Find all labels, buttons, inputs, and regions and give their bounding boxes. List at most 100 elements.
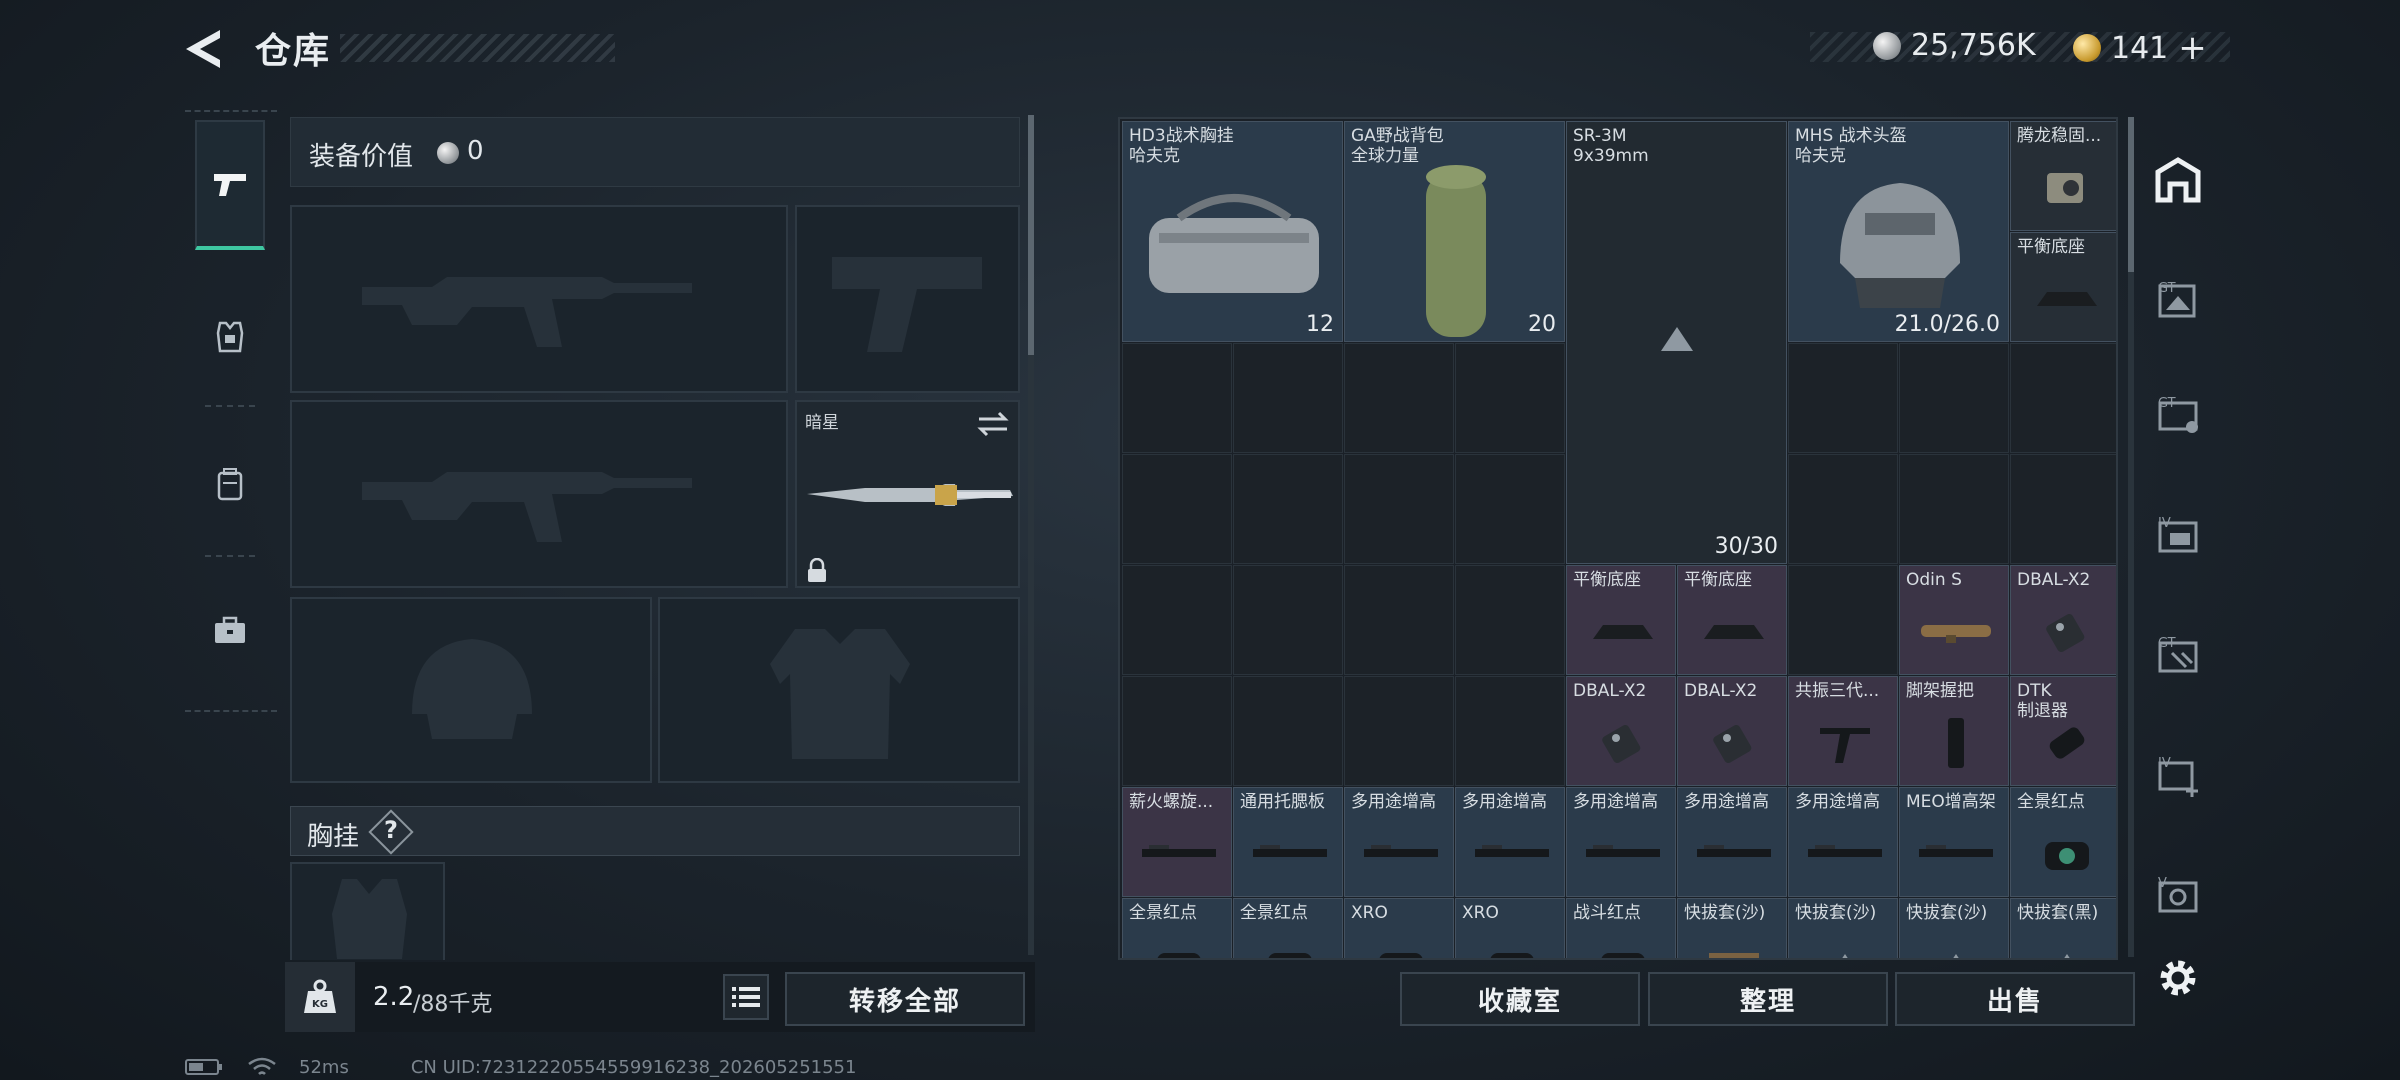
settings-button[interactable] <box>2148 948 2208 1008</box>
grid-cell[interactable] <box>1233 343 1343 453</box>
rail-case-4[interactable]: GT <box>2148 625 2208 685</box>
item-name: 全景红点 <box>1240 903 1308 923</box>
list-view-button[interactable] <box>723 974 769 1020</box>
chest-rig-silhouette-icon <box>332 879 407 959</box>
storage-item[interactable]: 多用途增高 <box>1455 787 1565 897</box>
grid-cell[interactable] <box>1899 343 2009 453</box>
storage-item[interactable]: 通用托腮板 <box>1233 787 1343 897</box>
sell-button[interactable]: 出售 <box>1895 972 2135 1026</box>
grid-cell[interactable] <box>1233 565 1343 675</box>
grid-cell[interactable] <box>1122 565 1232 675</box>
storage-scroll-thumb[interactable] <box>2128 117 2134 272</box>
tab-armor[interactable] <box>195 272 265 402</box>
pistol-silhouette-icon <box>832 257 982 352</box>
rail-case-3[interactable]: IV <box>2148 505 2208 565</box>
sort-button[interactable]: 整理 <box>1648 972 1888 1026</box>
loadout-scroll-thumb[interactable] <box>1028 115 1034 355</box>
tab-weapons[interactable] <box>195 120 265 250</box>
chest-rig-slot[interactable] <box>290 862 445 960</box>
storage-item[interactable]: MHS 战术头盔 哈夫克 21.0/26.0 <box>1788 121 2009 342</box>
storage-item[interactable]: DBAL-X2 <box>1566 676 1676 786</box>
transfer-all-button[interactable]: 转移全部 <box>785 972 1025 1026</box>
rail-case-2[interactable]: GT <box>2148 385 2208 445</box>
grid-cell[interactable] <box>1899 454 2009 564</box>
storage-item[interactable]: 战斗红点 <box>1566 898 1676 958</box>
grid-cell[interactable] <box>1788 565 1898 675</box>
mount-image <box>2032 284 2102 318</box>
storage-item[interactable]: 多用途增高 <box>1566 787 1676 897</box>
storage-item[interactable]: 平衡底座 <box>1677 565 1787 675</box>
gold-currency[interactable]: 141 + <box>2073 28 2207 68</box>
ping-value: 52ms <box>299 1056 349 1078</box>
storage-item[interactable]: 脚架握把 <box>1899 676 2009 786</box>
equipment-value-bar: 装备价值 0 <box>290 117 1020 187</box>
storage-item[interactable]: 共振三代... <box>1788 676 1898 786</box>
storage-item[interactable]: 快拔套(黑) <box>2010 898 2116 958</box>
grid-cell[interactable] <box>1344 454 1454 564</box>
storage-item[interactable]: 多用途增高 <box>1788 787 1898 897</box>
storage-item[interactable]: DBAL-X2 <box>2010 565 2116 675</box>
storage-item[interactable]: DBAL-X2 <box>1677 676 1787 786</box>
primary-weapon-slot[interactable] <box>290 205 788 393</box>
grid-cell[interactable] <box>1455 343 1565 453</box>
pistol-icon <box>214 174 246 196</box>
grid-cell[interactable] <box>1455 565 1565 675</box>
grid-cell[interactable] <box>1344 565 1454 675</box>
equipment-value-label: 装备价值 <box>309 142 414 172</box>
pistol-slot[interactable] <box>795 205 1020 393</box>
add-currency-button[interactable]: + <box>2178 28 2207 68</box>
storage-item[interactable]: 多用途增高 <box>1677 787 1787 897</box>
storage-item[interactable]: 腾龙稳固... <box>2010 121 2116 231</box>
storage-item[interactable]: 平衡底座 <box>1566 565 1676 675</box>
storage-item[interactable]: 快拔套(沙) <box>1677 898 1787 958</box>
storage-item[interactable]: 全景红点 <box>1122 898 1232 958</box>
armor-slot[interactable] <box>658 597 1020 783</box>
storage-item[interactable]: MEO增高架 <box>1899 787 2009 897</box>
rail-all-items[interactable] <box>2148 150 2208 210</box>
melee-slot[interactable]: 暗星 <box>795 400 1020 588</box>
secondary-weapon-slot[interactable] <box>290 400 788 588</box>
storage-item[interactable]: 薪火螺旋... <box>1122 787 1232 897</box>
grid-cell[interactable] <box>1788 343 1898 453</box>
rail-case-5[interactable]: IV <box>2148 745 2208 805</box>
item-name: 平衡底座 <box>2017 237 2085 257</box>
storage-item[interactable]: 快拔套(沙) <box>1788 898 1898 958</box>
storage-item[interactable]: Odin S <box>1899 565 2009 675</box>
grid-cell[interactable] <box>1344 676 1454 786</box>
storage-item[interactable]: HD3战术胸挂 哈夫克 12 <box>1122 121 1343 342</box>
grid-cell[interactable] <box>1233 454 1343 564</box>
chest-rig-help[interactable]: ? <box>384 816 398 844</box>
grid-cell[interactable] <box>1455 676 1565 786</box>
grid-cell[interactable] <box>1122 454 1232 564</box>
grid-cell[interactable] <box>1788 454 1898 564</box>
storage-item[interactable]: GA野战背包 全球力量 20 <box>1344 121 1565 342</box>
storage-item[interactable]: 多用途增高 <box>1344 787 1454 897</box>
storage-item[interactable]: 平衡底座 <box>2010 232 2116 342</box>
helmet-slot[interactable] <box>290 597 652 783</box>
storage-grid[interactable]: HD3战术胸挂 哈夫克 12 GA野战背包 全球力量 20 SR-3M 9x39mm 30/30… <box>1118 117 2118 960</box>
grid-cell[interactable] <box>1344 343 1454 453</box>
storage-item[interactable]: 全景红点 <box>2010 787 2116 897</box>
grid-cell[interactable] <box>2010 454 2116 564</box>
storage-item[interactable]: XRO <box>1344 898 1454 958</box>
rail-case-1[interactable]: GT <box>2148 270 2208 330</box>
storage-item[interactable]: DTK 制退器 <box>2010 676 2116 786</box>
storage-item[interactable]: XRO <box>1455 898 1565 958</box>
status-bar: 52ms CN UID:72312220554559916238_2026052… <box>185 1056 856 1078</box>
grid-cell[interactable] <box>1233 676 1343 786</box>
tab-toolbox[interactable] <box>195 566 265 696</box>
back-arrow-icon <box>186 30 220 68</box>
collection-room-button[interactable]: 收藏室 <box>1400 972 1640 1026</box>
grid-cell[interactable] <box>1455 454 1565 564</box>
grid-cell[interactable] <box>1122 676 1232 786</box>
swap-icon[interactable] <box>975 410 1011 438</box>
grid-cell[interactable] <box>1122 343 1232 453</box>
storage-item[interactable]: 快拔套(沙) <box>1899 898 2009 958</box>
storage-item[interactable]: 全景红点 <box>1233 898 1343 958</box>
back-button[interactable] <box>180 26 230 72</box>
item-name: 多用途增高 <box>1684 792 1769 812</box>
grid-cell[interactable] <box>2010 343 2116 453</box>
rail-case-6[interactable]: V <box>2148 865 2208 925</box>
svg-text:KG: KG <box>312 999 328 1010</box>
tab-backpack[interactable] <box>195 420 265 550</box>
